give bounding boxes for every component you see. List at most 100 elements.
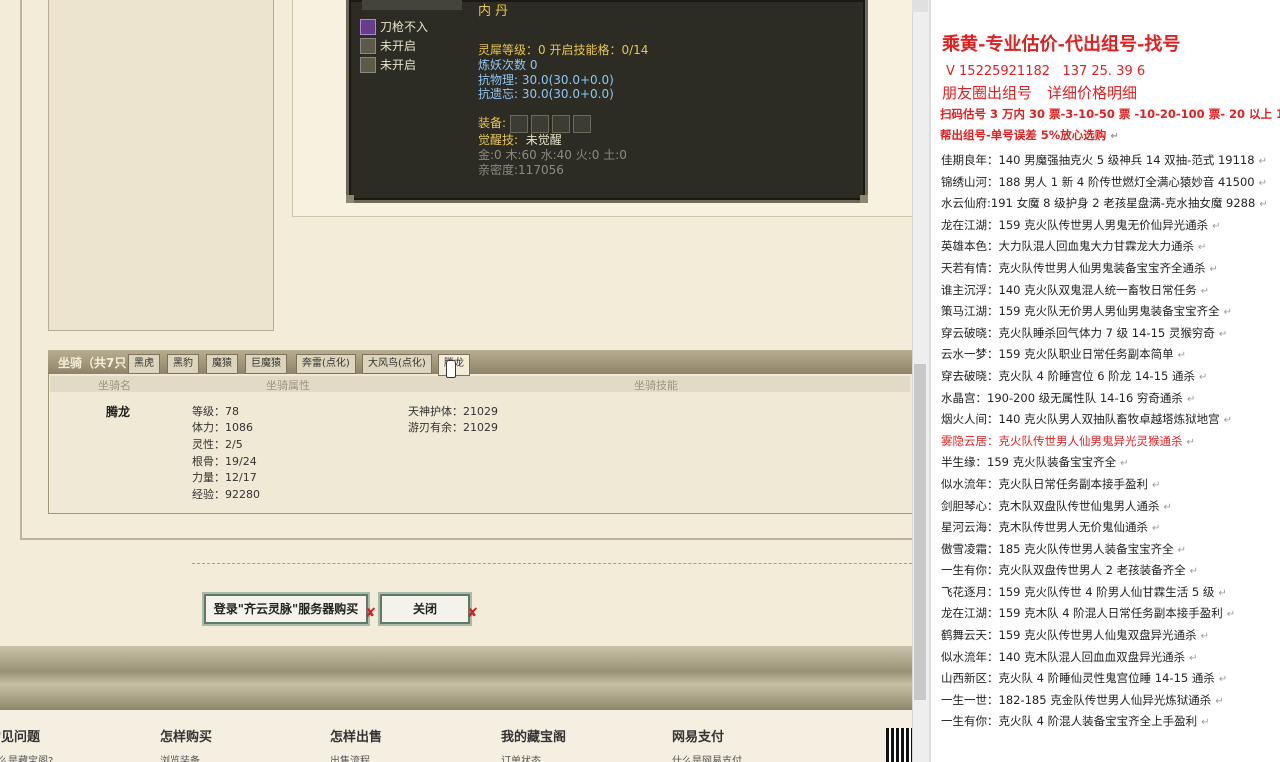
list-item: 鹤舞云天：159 克火队传世男人仙鬼双盘异光通杀 ↵ [941, 628, 1209, 643]
list-item: 水云仙府:191 女魔 8 级护身 2 老孩星盘满-克水抽女魔 9288 ↵ [941, 196, 1268, 211]
return-mark-icon: ↵ [1152, 479, 1161, 491]
return-mark-icon: ↵ [1198, 242, 1207, 254]
footer-link-mine[interactable]: 订单状态 [501, 752, 541, 762]
footer-heading-mine: 我的藏宝阁 [501, 730, 567, 745]
footer-link-pay[interactable]: 什么是网易支付 [672, 752, 742, 762]
list-item: 策马江湖：159 克火队无价男人男仙男鬼装备宝宝齐全 ↵ [941, 304, 1232, 319]
list-item: 穿云破晓：克火队睡杀回气体力 7 级 14-15 灵猴穷奇 ↵ [941, 325, 1228, 340]
game-page: 内 丹 刀枪不入 未开启 未开启 灵犀等级：0 开启技能格：0/14 炼妖次数 … [0, 0, 928, 762]
list-item: 飞花逐月：159 克火队传世 4 阶男人仙甘霖生活 5 级 ↵ [941, 584, 1227, 599]
pet-skill-3[interactable]: 未开启 [360, 56, 416, 73]
pet-portrait [362, 0, 462, 10]
tab-mount-2[interactable]: 黑豹 [167, 354, 199, 374]
ad-price-line: 扫码估号 3 万内 30 票-3-10-50 票 -10-20-100 票- 2… [940, 107, 1280, 121]
mount-skill-2: 游刃有余：21029 [408, 421, 498, 434]
return-mark-icon: ↵ [1163, 501, 1172, 513]
list-item: 佳期良年：140 男魔强抽克火 5 级神兵 14 双抽-范式 19118 ↵ [941, 153, 1267, 167]
return-mark-icon: ↵ [1218, 328, 1228, 340]
list-item: 半生缘：159 克火队装备宝宝齐全 ↵ [941, 455, 1129, 470]
col-mount-skills: 坐骑技能 [634, 379, 678, 392]
list-item: 傲雪凌霜：185 克火队传世男人装备宝宝齐全 ↵ [941, 541, 1186, 556]
return-mark-icon: ↵ [1120, 458, 1129, 470]
list-item: 一生有你：克火队双盘传世男人 2 老孩装备齐全 ↵ [941, 563, 1199, 578]
return-mark-icon: ↵ [1201, 717, 1210, 729]
list-item: 剑胆琴心：克木队双盘队传世仙鬼男人通杀 ↵ [941, 498, 1172, 513]
pet-skill-1[interactable]: 刀枪不入 [360, 18, 428, 35]
ad-service-line: 帮出组号-单号误差 5%放心选购 ↵ [940, 128, 1119, 142]
footer-link-sell[interactable]: 出售流程 [330, 752, 370, 762]
ad-title: 乘黄-专业估价-代出组号-找号 [942, 34, 1181, 55]
mount-skill-1: 天神护体：21029 [408, 405, 498, 418]
scrollbar-thumb[interactable] [914, 364, 926, 700]
list-item: 似水流年：140 克木队混人回血血双盘异光通杀 ↵ [941, 649, 1198, 664]
footer-heading-pay: 网易支付 [672, 730, 725, 745]
skill-icon [360, 18, 376, 35]
footer-link-buy[interactable]: 浏览装备 [160, 752, 200, 762]
divider [192, 563, 912, 564]
tab-mount-5[interactable]: 奔雷(点化) [296, 354, 356, 374]
pet-skill-2[interactable]: 未开启 [360, 37, 416, 54]
footer-link-faq[interactable]: 什么是藏宝阁? [0, 752, 53, 762]
list-item: 一生有你：克火队 4 阶混人装备宝宝齐全上手盈利 ↵ [941, 714, 1210, 729]
locked-skill-icon [360, 56, 376, 73]
return-mark-icon: ↵ [1215, 695, 1224, 707]
mount-attr-level: 等级：78 [192, 405, 239, 418]
return-mark-icon: ↵ [1259, 199, 1268, 211]
col-mount-attributes: 坐骑属性 [266, 379, 310, 392]
equip-slot[interactable] [551, 114, 570, 133]
equip-slot[interactable] [572, 114, 591, 133]
mount-table-header: 坐骑名 坐骑属性 坐骑技能 [50, 376, 910, 392]
footer-heading-buy: 怎样购买 [160, 730, 213, 745]
return-mark-icon: ↵ [1189, 566, 1199, 578]
list-item: 山西新区：克火队 4 阶睡仙灵性鬼宫位睡 14-15 通杀 ↵ [941, 671, 1228, 686]
list-item: 似水流年：克火队日常任务副本接手盈利 ↵ [941, 476, 1161, 491]
tab-mount-4[interactable]: 巨魔猿 [245, 354, 287, 374]
equip-slot[interactable] [530, 114, 549, 133]
return-mark-icon: ↵ [1226, 609, 1236, 621]
col-mount-name: 坐骑名 [98, 379, 131, 392]
return-mark-icon: ↵ [1110, 131, 1119, 142]
footer-heading-faq: 常见问题 [0, 730, 41, 745]
resist-forget: 抗遗忘: 30.0(30.0+0.0) [478, 87, 614, 101]
ad-friends-circle: 朋友圈出组号 详细价格明细 [942, 84, 1138, 102]
mount-attr-strength: 力量：12/17 [192, 471, 257, 484]
locked-skill-icon [360, 37, 376, 54]
return-mark-icon: ↵ [1223, 307, 1232, 319]
buy-on-server-button[interactable]: 登录"齐云灵脉"服务器购买 ✘ [204, 594, 376, 624]
equip-slot[interactable] [509, 114, 528, 133]
return-mark-icon: ↵ [1198, 371, 1208, 383]
return-mark-icon: ↵ [1209, 263, 1218, 275]
hand-cursor-icon [446, 360, 456, 378]
mount-attr-bone: 根骨：19/24 [192, 455, 257, 468]
main-border-left [20, 0, 22, 540]
return-mark-icon: ↵ [1212, 220, 1221, 232]
mount-attr-spirit: 灵性：2/5 [192, 438, 243, 451]
return-mark-icon: ↵ [1189, 652, 1198, 664]
return-mark-icon: ↵ [1218, 587, 1227, 599]
equip-row: 装备: [478, 114, 594, 133]
return-mark-icon: ↵ [1200, 285, 1209, 297]
close-button[interactable]: 关闭 ✘ [380, 594, 478, 624]
scroll-up-arrow-icon[interactable] [912, 0, 928, 12]
mount-attr-stamina: 体力：1086 [192, 421, 253, 434]
return-mark-icon: ↵ [1186, 436, 1195, 448]
main-border-bottom [20, 538, 912, 540]
panel-border [929, 0, 931, 762]
close-x-icon: ✘ [365, 606, 376, 621]
mount-attr-exp: 经验：92280 [192, 488, 260, 501]
tab-mount-3[interactable]: 魔猿 [206, 354, 238, 374]
tab-mount-6[interactable]: 大风鸟(点化) [362, 354, 432, 374]
list-item: 天若有情：克火队传世男人仙男鬼装备宝宝齐全通杀 ↵ [941, 260, 1218, 275]
return-mark-icon: ↵ [1258, 177, 1267, 189]
list-item: 星河云海：克木队传世男人无价鬼仙通杀 ↵ [941, 520, 1161, 535]
stream-watermark: 斗鱼 [1150, 64, 1195, 89]
return-mark-icon: ↵ [1200, 631, 1209, 643]
footer-heading-sell: 怎样出售 [330, 730, 383, 745]
footer-decoration [0, 646, 912, 710]
ad-phone: V 15225921182 137 25. 39 6 [946, 64, 1146, 79]
return-mark-icon: ↵ [1186, 393, 1196, 405]
tab-mount-1[interactable]: 黑虎 [128, 354, 160, 374]
site-footer [0, 710, 912, 762]
mount-panel-title: 坐骑（共7只 [58, 356, 127, 370]
list-item: 英雄本色：大力队混人回血鬼大力甘霖龙大力通杀 ↵ [941, 239, 1207, 254]
